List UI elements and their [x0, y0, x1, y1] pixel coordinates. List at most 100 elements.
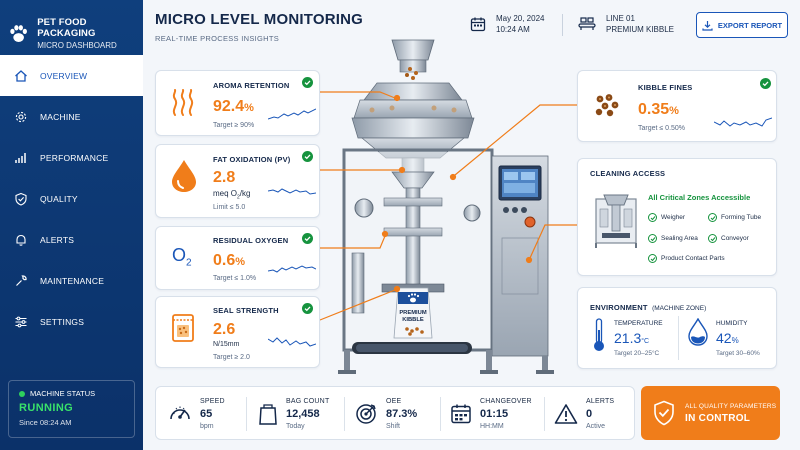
- oxygen-title: RESIDUAL OXYGEN: [213, 236, 289, 245]
- env-divider: [678, 316, 679, 360]
- seal-unit: N/15mm: [213, 341, 240, 348]
- kpi-bar: SPEED 65 bpm BAG COUNT 12,458 Today OEE 87.3%…: [155, 386, 635, 440]
- check-circle-icon: [648, 254, 657, 263]
- shield-check-icon: [14, 192, 28, 206]
- environment-card[interactable]: ENVIRONMENT (MACHINE ZONE) TEMPERATURE 2…: [577, 287, 777, 369]
- export-report-button[interactable]: EXPORT REPORT: [696, 12, 788, 38]
- nav-label: OVERVIEW: [40, 70, 88, 81]
- check-icon: [302, 303, 313, 314]
- nav-item-settings[interactable]: SETTINGS: [0, 301, 143, 342]
- header-datetime: May 20, 2024 10:24 AM: [470, 13, 544, 35]
- bar-chart-icon: [14, 151, 28, 165]
- calendar-grid-icon: [451, 404, 471, 424]
- fines-value: 0.35: [638, 101, 670, 118]
- target-icon: [356, 404, 376, 424]
- oxygen-icon: O2: [172, 245, 192, 269]
- environment-heading: ENVIRONMENT (MACHINE ZONE): [590, 297, 706, 315]
- nav-label: QUALITY: [40, 193, 78, 204]
- kpi-label: CHANGEOVER: [480, 398, 532, 405]
- check-icon: [302, 233, 313, 244]
- sidebar: PET FOOD PACKAGING MICRO DASHBOARD OVERV…: [0, 0, 143, 450]
- oxidation-unit: meq O2/kg: [213, 189, 251, 201]
- oxygen-unit: %: [235, 256, 246, 268]
- calendar-icon: [470, 17, 486, 32]
- kpi-alerts: ALERTS 0 Active: [554, 387, 614, 441]
- machine-status-box: MACHINE STATUS RUNNING Since 08:24 AM: [8, 380, 135, 438]
- kpi-value: 01:15: [480, 408, 509, 420]
- fat-oxidation-card[interactable]: FAT OXIDATION (PV) 2.8 meq O2/kg Limit ≤…: [155, 144, 320, 218]
- humidity-drop-icon: [688, 318, 708, 346]
- header-time: 10:24 AM: [496, 25, 530, 34]
- kpi-speed: SPEED 65 bpm: [168, 387, 225, 441]
- wrench-icon: [14, 274, 28, 288]
- oxygen-value: 0.6: [213, 252, 236, 269]
- machine-status-label: MACHINE STATUS: [30, 389, 96, 398]
- humidity-value: 42: [716, 330, 732, 346]
- temperature-target: Target 20–25°C: [614, 350, 660, 357]
- brand-subtitle: MICRO DASHBOARD: [37, 41, 117, 50]
- aroma-unit: %: [244, 102, 254, 114]
- kpi-oee: OEE 87.3% Shift: [354, 387, 417, 441]
- nav-item-maintenance[interactable]: MAINTENANCE: [0, 260, 143, 301]
- kpi-value: 12,458: [286, 408, 320, 420]
- cleaning-item-forming-tube: Forming Tube: [708, 213, 761, 222]
- check-circle-icon: [648, 234, 657, 243]
- quality-control-banner[interactable]: ALL QUALITY PARAMETERS IN CONTROL: [641, 386, 780, 440]
- cleaning-title: CLEANING ACCESS: [590, 169, 666, 178]
- humidity-label: HUMIDITY: [716, 320, 748, 327]
- brand: PET FOOD PACKAGING MICRO DASHBOARD: [0, 0, 143, 55]
- header-date: May 20, 2024: [496, 14, 545, 23]
- cleaning-headline: All Critical Zones Accessible: [648, 193, 751, 202]
- kpi-unit: Shift: [386, 423, 401, 430]
- thermometer-icon: [594, 318, 604, 351]
- cleaning-access-card[interactable]: CLEANING ACCESS All Critical Zones Acces…: [577, 158, 777, 276]
- residual-oxygen-card[interactable]: O2 RESIDUAL OXYGEN 0.6% Target ≤ 1.0%: [155, 226, 320, 290]
- check-circle-icon: [648, 213, 657, 222]
- nav-item-overview[interactable]: OVERVIEW: [0, 55, 143, 96]
- check-circle-icon: [708, 234, 717, 243]
- aroma-sparkline: [268, 108, 316, 120]
- download-icon: [702, 20, 713, 31]
- header-line-name: LINE 01: [606, 14, 635, 23]
- kpi-unit: bpm: [200, 423, 214, 430]
- oxidation-sparkline: [268, 188, 316, 195]
- aroma-waves-icon: [172, 89, 194, 116]
- seal-value: 2.6: [213, 321, 236, 338]
- warning-icon: [554, 404, 578, 424]
- header-line: LINE 01 PREMIUM KIBBLE: [578, 13, 674, 35]
- cleaning-item-sealing-area: Sealing Area: [648, 234, 698, 243]
- bag-icon: [259, 404, 277, 425]
- seal-strength-card[interactable]: SEAL STRENGTH 2.6 N/15mm Target ≥ 2.0: [155, 296, 320, 368]
- nav-label: SETTINGS: [40, 316, 85, 327]
- seal-title: SEAL STRENGTH: [213, 306, 279, 315]
- nav-item-quality[interactable]: QUALITY: [0, 178, 143, 219]
- kpi-label: BAG COUNT: [286, 398, 330, 405]
- cleaning-item-conveyor: Conveyor: [708, 234, 749, 243]
- nav-item-machine[interactable]: MACHINE: [0, 96, 143, 137]
- nav-item-alerts[interactable]: ALERTS: [0, 219, 143, 260]
- bell-icon: [14, 233, 28, 247]
- oxidation-title: FAT OXIDATION (PV): [213, 155, 291, 164]
- temperature-unit: °C: [641, 338, 650, 345]
- header-product: PREMIUM KIBBLE: [606, 25, 675, 34]
- aroma-retention-card[interactable]: AROMA RETENTION 92.4% Target ≥ 90%: [155, 70, 320, 136]
- shield-check-icon: [654, 400, 674, 426]
- environment-title-suffix: (MACHINE ZONE): [652, 305, 707, 312]
- aroma-target: Target ≥ 90%: [213, 122, 255, 129]
- check-icon: [302, 77, 313, 88]
- conveyor-icon: [578, 17, 596, 30]
- export-label: EXPORT REPORT: [717, 20, 783, 30]
- nav-label: MAINTENANCE: [40, 275, 105, 286]
- machine-status-since: Since 08:24 AM: [19, 418, 72, 427]
- aroma-value: 92.4: [213, 98, 245, 115]
- oxygen-sparkline: [268, 265, 316, 273]
- nav-label: MACHINE: [40, 111, 81, 122]
- nav-item-performance[interactable]: PERFORMANCE: [0, 137, 143, 178]
- kpi-label: OEE: [386, 398, 402, 405]
- bag-label-line1: PREMIUM: [399, 310, 427, 316]
- kibble-fines-card[interactable]: KIBBLE FINES 0.35% Target ≤ 0.50%: [577, 70, 777, 142]
- environment-title: ENVIRONMENT: [590, 303, 648, 312]
- kpi-unit: Today: [286, 423, 305, 430]
- brand-title: PET FOOD PACKAGING: [37, 17, 96, 39]
- check-icon: [302, 151, 313, 162]
